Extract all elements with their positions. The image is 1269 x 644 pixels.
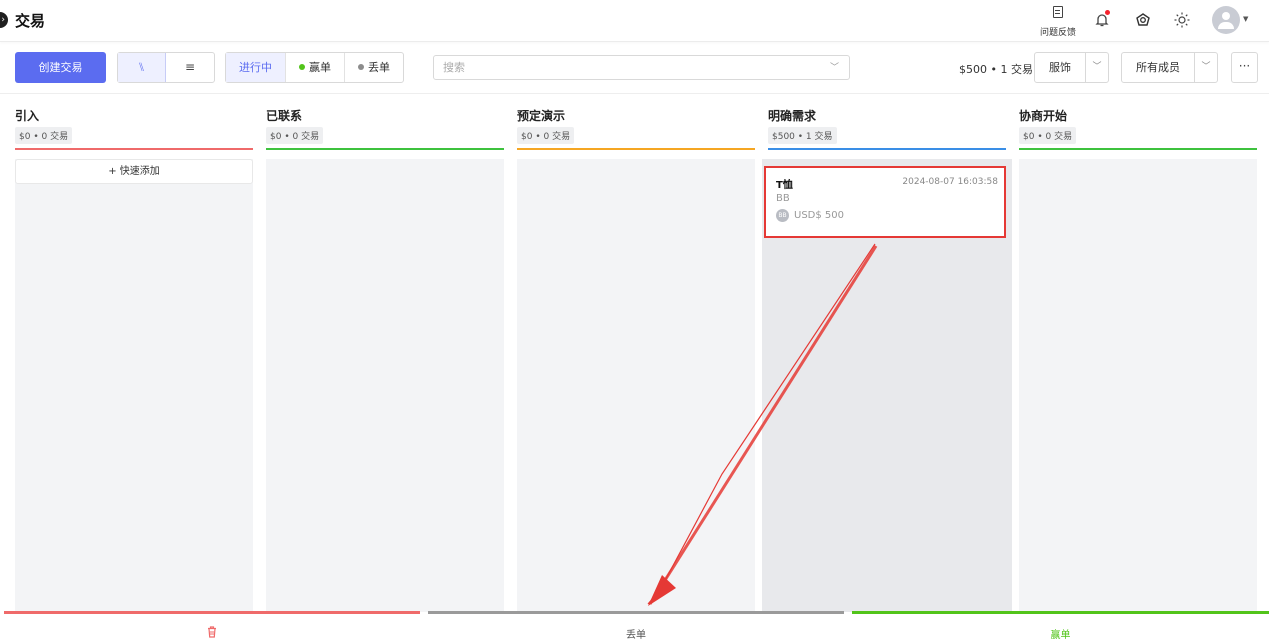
status-lost-label: 丢单 <box>368 61 390 74</box>
chevron-down-icon[interactable]: ﹀ <box>830 60 839 73</box>
chevron-down-icon[interactable]: ﹀ <box>1085 53 1108 82</box>
theme-toggle-button[interactable] <box>1172 10 1192 30</box>
search-input[interactable] <box>434 56 814 79</box>
column-title: 明确需求 <box>768 109 817 123</box>
column-title: 预定演示 <box>517 109 566 123</box>
column-stats: $0 • 0 交易 <box>15 127 73 144</box>
lost-zone-bar <box>428 611 844 614</box>
column-drop-area[interactable] <box>266 159 504 612</box>
column-color-bar <box>517 148 755 150</box>
column-drop-area[interactable]: + 快速添加 <box>15 159 253 612</box>
lost-zone-label: 丢单 <box>626 630 646 641</box>
notification-button[interactable] <box>1092 10 1112 30</box>
page-title: 交易 <box>15 12 46 30</box>
delete-drop-zone[interactable] <box>4 611 420 644</box>
lost-drop-zone[interactable]: 丢单 <box>428 611 844 644</box>
members-select-value: 所有成员 <box>1136 61 1180 74</box>
trash-icon <box>4 626 420 641</box>
deal-time: 2024-08-07 16:03:58 <box>902 177 998 187</box>
kanban-view-button[interactable]: ⑊ <box>118 53 166 82</box>
quick-add-button[interactable]: + 快速添加 <box>15 159 253 184</box>
page-header: › 交易 问题反馈 ▼ <box>0 0 1269 42</box>
owner-avatar: BB <box>776 209 789 222</box>
column-stats: $0 • 0 交易 <box>517 127 575 144</box>
members-select[interactable]: 所有成员 ﹀ <box>1121 52 1218 83</box>
category-select-value: 服饰 <box>1049 61 1071 74</box>
toolbar: 创建交易 ⑊ ≡ 进行中 赢单 丢单 ﹀ $500 • 1 交易 服饰 ﹀ 所有… <box>0 42 1269 94</box>
column-color-bar <box>768 148 1006 150</box>
back-button[interactable]: › <box>0 12 8 28</box>
status-won-button[interactable]: 赢单 <box>286 53 345 82</box>
status-active-button[interactable]: 进行中 <box>226 53 286 82</box>
column-title: 已联系 <box>266 109 303 123</box>
column-stats: $0 • 0 交易 <box>1019 127 1077 144</box>
pipeline-column-negotiation: 协商开始 $0 • 0 交易 <box>1019 107 1257 612</box>
status-won-label: 赢单 <box>309 61 331 74</box>
feedback-label: 问题反馈 <box>1039 28 1076 38</box>
list-view-button[interactable]: ≡ <box>166 53 214 82</box>
search-select[interactable]: ﹀ <box>433 55 850 80</box>
column-drop-area[interactable]: T恤 2024-08-07 16:03:58 BB BB USD$ 500 <box>762 159 1012 612</box>
delete-zone-bar <box>4 611 420 614</box>
status-filter: 进行中 赢单 丢单 <box>225 52 404 83</box>
column-stats: $500 • 1 交易 <box>768 127 837 144</box>
deal-organization: BB <box>776 193 790 204</box>
column-color-bar <box>15 148 253 150</box>
deal-amount: USD$ 500 <box>794 210 844 221</box>
lost-dot <box>358 64 364 70</box>
file-text-icon <box>1053 6 1063 18</box>
won-zone-label: 赢单 <box>1050 630 1071 641</box>
deal-card[interactable]: T恤 2024-08-07 16:03:58 BB BB USD$ 500 <box>764 166 1006 238</box>
column-stats: $0 • 0 交易 <box>266 127 324 144</box>
column-color-bar <box>266 148 504 150</box>
status-lost-button[interactable]: 丢单 <box>345 53 403 82</box>
avatar-caret-icon[interactable]: ▼ <box>1243 15 1248 23</box>
won-zone-bar <box>852 611 1269 614</box>
column-drop-area[interactable] <box>1019 159 1257 612</box>
skin-button[interactable] <box>1133 10 1153 30</box>
column-title: 协商开始 <box>1019 109 1068 123</box>
column-drop-area[interactable] <box>517 159 755 612</box>
sun-icon <box>1174 12 1190 28</box>
won-drop-zone[interactable]: 赢单 <box>852 611 1269 644</box>
column-color-bar <box>1019 148 1257 150</box>
skin-icon <box>1136 13 1150 26</box>
deal-name: T恤 <box>776 180 793 191</box>
create-deal-button[interactable]: 创建交易 <box>15 52 106 83</box>
pipeline-column-lead: 引入 $0 • 0 交易 + 快速添加 <box>15 107 253 612</box>
pipeline-column-demo: 预定演示 $0 • 0 交易 <box>517 107 755 612</box>
pipeline-column-contacted: 已联系 $0 • 0 交易 <box>266 107 504 612</box>
won-dot <box>299 64 305 70</box>
pipeline-summary: $500 • 1 交易 <box>959 63 1033 76</box>
more-button[interactable]: ··· <box>1231 52 1258 83</box>
category-select[interactable]: 服饰 ﹀ <box>1034 52 1109 83</box>
column-title: 引入 <box>15 109 40 123</box>
chevron-down-icon[interactable]: ﹀ <box>1194 53 1217 82</box>
notification-dot <box>1105 10 1110 15</box>
view-switch: ⑊ ≡ <box>117 52 215 83</box>
feedback-button[interactable]: 问题反馈 <box>1038 5 1078 39</box>
pipeline-column-needs: 明确需求 $500 • 1 交易 T恤 2024-08-07 16:03:58 … <box>762 107 1012 612</box>
avatar-icon[interactable] <box>1212 6 1240 34</box>
